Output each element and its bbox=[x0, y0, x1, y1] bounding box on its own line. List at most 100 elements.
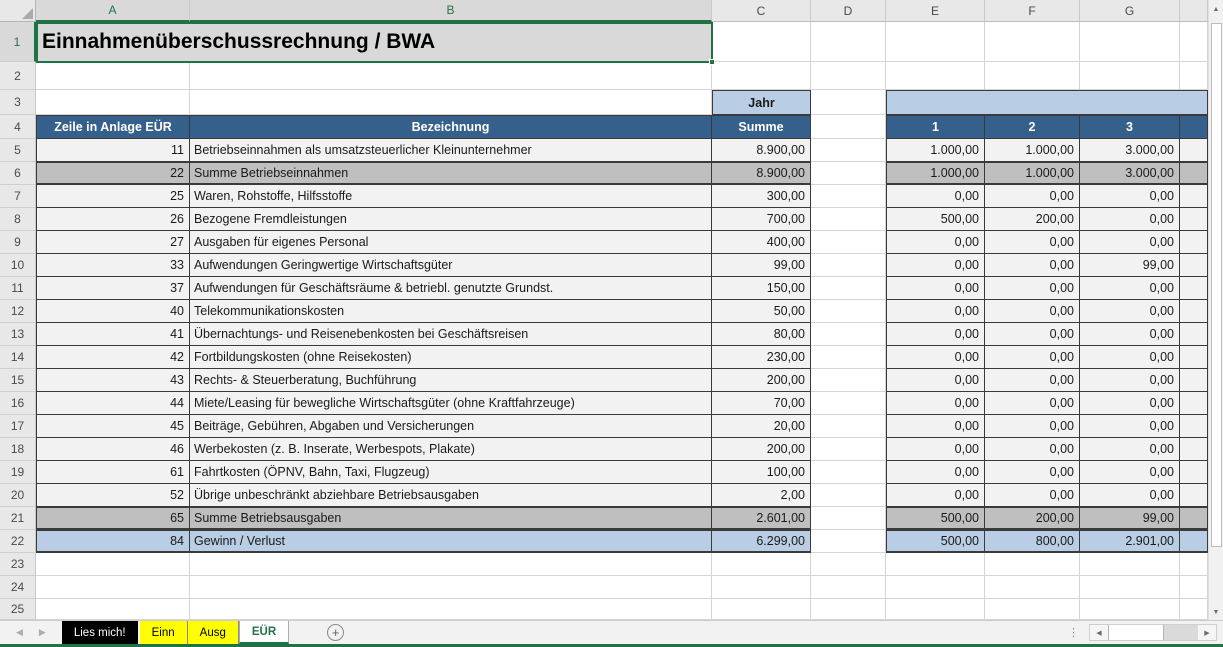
cell-H15[interactable] bbox=[1180, 369, 1208, 392]
cell-F7[interactable]: 0,00 bbox=[985, 185, 1080, 208]
cell-H6[interactable] bbox=[1180, 162, 1208, 185]
cell-B24[interactable] bbox=[190, 576, 712, 599]
cell-F13[interactable]: 0,00 bbox=[985, 323, 1080, 346]
cell-A10[interactable]: 33 bbox=[36, 254, 190, 277]
vertical-scrollbar-thumb[interactable] bbox=[1211, 23, 1222, 547]
sheet-tab-einn[interactable]: Einn bbox=[140, 621, 188, 644]
scroll-up-icon[interactable]: ▲ bbox=[1209, 0, 1223, 19]
cell-E10[interactable]: 0,00 bbox=[886, 254, 985, 277]
cell-G6[interactable]: 3.000,00 bbox=[1080, 162, 1180, 185]
cell-H14[interactable] bbox=[1180, 346, 1208, 369]
cell-D10[interactable] bbox=[811, 254, 886, 277]
cell-G5[interactable]: 3.000,00 bbox=[1080, 139, 1180, 162]
cell-G19[interactable]: 0,00 bbox=[1080, 461, 1180, 484]
cell-G18[interactable]: 0,00 bbox=[1080, 438, 1180, 461]
cell-E22[interactable]: 500,00 bbox=[886, 530, 985, 553]
cell-E14[interactable]: 0,00 bbox=[886, 346, 985, 369]
cell-D19[interactable] bbox=[811, 461, 886, 484]
cell-A21[interactable]: 65 bbox=[36, 507, 190, 530]
cell-C16[interactable]: 70,00 bbox=[712, 392, 811, 415]
header-cell-period-3[interactable]: 3 bbox=[1080, 115, 1180, 139]
cell-D6[interactable] bbox=[811, 162, 886, 185]
cell-C14[interactable]: 230,00 bbox=[712, 346, 811, 369]
sheet-tab-lies-mich-[interactable]: Lies mich! bbox=[62, 621, 140, 644]
cell-C20[interactable]: 2,00 bbox=[712, 484, 811, 507]
cell-B17[interactable]: Beiträge, Gebühren, Abgaben und Versiche… bbox=[190, 415, 712, 438]
cell-H24[interactable] bbox=[1180, 576, 1208, 599]
cell-A22[interactable]: 84 bbox=[36, 530, 190, 553]
cell-E25[interactable] bbox=[886, 599, 985, 620]
row-header-22[interactable]: 22 bbox=[0, 530, 36, 553]
cell-F10[interactable]: 0,00 bbox=[985, 254, 1080, 277]
cell-A13[interactable]: 41 bbox=[36, 323, 190, 346]
cell-A19[interactable]: 61 bbox=[36, 461, 190, 484]
cell-C5[interactable]: 8.900,00 bbox=[712, 139, 811, 162]
cell-B8[interactable]: Bezogene Fremdleistungen bbox=[190, 208, 712, 231]
cell-G14[interactable]: 0,00 bbox=[1080, 346, 1180, 369]
cell-F23[interactable] bbox=[985, 553, 1080, 576]
cell-H5[interactable] bbox=[1180, 139, 1208, 162]
cell-G13[interactable]: 0,00 bbox=[1080, 323, 1180, 346]
column-header-F[interactable]: F bbox=[985, 0, 1080, 22]
cell-B18[interactable]: Werbekosten (z. B. Inserate, Werbespots,… bbox=[190, 438, 712, 461]
row-header-21[interactable]: 21 bbox=[0, 507, 36, 530]
cell-F25[interactable] bbox=[985, 599, 1080, 620]
cell-C24[interactable] bbox=[712, 576, 811, 599]
cell-A6[interactable]: 22 bbox=[36, 162, 190, 185]
cell-D15[interactable] bbox=[811, 369, 886, 392]
cell-H19[interactable] bbox=[1180, 461, 1208, 484]
row-header-19[interactable]: 19 bbox=[0, 461, 36, 484]
cell-B16[interactable]: Miete/Leasing für bewegliche Wirtschafts… bbox=[190, 392, 712, 415]
cell-G25[interactable] bbox=[1080, 599, 1180, 620]
cell-H17[interactable] bbox=[1180, 415, 1208, 438]
cell-A2[interactable] bbox=[36, 62, 190, 90]
cell-G24[interactable] bbox=[1080, 576, 1180, 599]
cell-H22[interactable] bbox=[1180, 530, 1208, 553]
row-header-5[interactable]: 5 bbox=[0, 139, 36, 162]
cell-C25[interactable] bbox=[712, 599, 811, 620]
header-cell-period-4[interactable] bbox=[1180, 115, 1208, 139]
cell-B5[interactable]: Betriebseinnahmen als umsatzsteuerlicher… bbox=[190, 139, 712, 162]
column-header-D[interactable]: D bbox=[811, 0, 886, 22]
cell-D21[interactable] bbox=[811, 507, 886, 530]
header-cell-summe[interactable]: Summe bbox=[712, 115, 811, 139]
cell-G2[interactable] bbox=[1080, 62, 1180, 90]
tab-splitter-handle[interactable]: ⋮ bbox=[1068, 626, 1079, 639]
row-header-1[interactable]: 1 bbox=[0, 22, 36, 62]
cell-H20[interactable] bbox=[1180, 484, 1208, 507]
cell-A14[interactable]: 42 bbox=[36, 346, 190, 369]
cell-G7[interactable]: 0,00 bbox=[1080, 185, 1180, 208]
cell-B2[interactable] bbox=[190, 62, 712, 90]
cell-C2[interactable] bbox=[712, 62, 811, 90]
header-cell-zeile[interactable]: Zeile in Anlage EÜR bbox=[36, 115, 190, 139]
cell-E6[interactable]: 1.000,00 bbox=[886, 162, 985, 185]
cell-F12[interactable]: 0,00 bbox=[985, 300, 1080, 323]
cell-A16[interactable]: 44 bbox=[36, 392, 190, 415]
cell-B3[interactable] bbox=[190, 90, 712, 115]
cell-G8[interactable]: 0,00 bbox=[1080, 208, 1180, 231]
cell-F17[interactable]: 0,00 bbox=[985, 415, 1080, 438]
cell-C17[interactable]: 20,00 bbox=[712, 415, 811, 438]
cell-F20[interactable]: 0,00 bbox=[985, 484, 1080, 507]
cell-C9[interactable]: 400,00 bbox=[712, 231, 811, 254]
row-header-16[interactable]: 16 bbox=[0, 392, 36, 415]
cell-C18[interactable]: 200,00 bbox=[712, 438, 811, 461]
cell-D7[interactable] bbox=[811, 185, 886, 208]
cell-F18[interactable]: 0,00 bbox=[985, 438, 1080, 461]
cell-F14[interactable]: 0,00 bbox=[985, 346, 1080, 369]
row-header-9[interactable]: 9 bbox=[0, 231, 36, 254]
row-header-15[interactable]: 15 bbox=[0, 369, 36, 392]
cell-F22[interactable]: 800,00 bbox=[985, 530, 1080, 553]
cell-G15[interactable]: 0,00 bbox=[1080, 369, 1180, 392]
cell-E21[interactable]: 500,00 bbox=[886, 507, 985, 530]
column-header-C[interactable]: C bbox=[712, 0, 811, 22]
cell-B22[interactable]: Gewinn / Verlust bbox=[190, 530, 712, 553]
cell-H8[interactable] bbox=[1180, 208, 1208, 231]
column-header-A[interactable]: A bbox=[36, 0, 190, 22]
period-band-cell[interactable] bbox=[886, 90, 1208, 115]
cell-H13[interactable] bbox=[1180, 323, 1208, 346]
tab-nav-left-icon[interactable]: ◀ bbox=[16, 627, 23, 638]
cell-F8[interactable]: 200,00 bbox=[985, 208, 1080, 231]
cell-E11[interactable]: 0,00 bbox=[886, 277, 985, 300]
column-header-G[interactable]: G bbox=[1080, 0, 1180, 22]
